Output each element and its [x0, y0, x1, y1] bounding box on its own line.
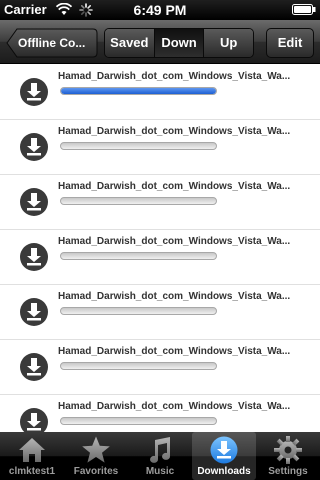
- download-progress-bar: [60, 362, 217, 370]
- download-icon: [20, 133, 48, 161]
- file-name: Hamad_Darwish_dot_com_Windows_Vista_Wa..…: [58, 346, 291, 357]
- download-icon: [20, 243, 48, 271]
- tab-downloads[interactable]: Downloads: [192, 432, 256, 480]
- list-item[interactable]: Hamad_Darwish_dot_com_Windows_Vista_Wa..…: [0, 285, 320, 340]
- edit-button[interactable]: Edit: [266, 28, 314, 58]
- download-progress-bar: [60, 197, 217, 205]
- list-item[interactable]: Hamad_Darwish_dot_com_Windows_Vista_Wa..…: [0, 175, 320, 230]
- transfer-segmented-control: Saved Down Up: [104, 28, 254, 58]
- progress-fill: [61, 88, 216, 94]
- list-item[interactable]: Hamad_Darwish_dot_com_Windows_Vista_Wa..…: [0, 230, 320, 285]
- download-icon: [20, 78, 48, 106]
- download-icon: [20, 353, 48, 381]
- status-time: 6:49 PM: [133, 2, 187, 18]
- list-item[interactable]: Hamad_Darwish_dot_com_Windows_Vista_Wa..…: [0, 340, 320, 395]
- segment-saved[interactable]: Saved: [105, 29, 155, 57]
- tab-music[interactable]: Music: [128, 432, 192, 480]
- file-name: Hamad_Darwish_dot_com_Windows_Vista_Wa..…: [58, 71, 291, 82]
- download-progress-bar: [60, 252, 217, 260]
- star-icon: [82, 436, 110, 463]
- download-icon: [20, 188, 48, 216]
- gear-icon: [274, 436, 302, 464]
- download-icon: [20, 298, 48, 326]
- navigation-bar: Offline Co... Saved Down Up Edit: [0, 20, 320, 64]
- tab-label: Downloads: [197, 466, 251, 477]
- music-note-icon: [150, 437, 171, 463]
- download-icon: [210, 436, 238, 464]
- list-item[interactable]: Hamad_Darwish_dot_com_Windows_Vista_Wa..…: [0, 120, 320, 175]
- list-item[interactable]: Hamad_Darwish_dot_com_Windows_Vista_Wa..…: [0, 65, 320, 120]
- file-name: Hamad_Darwish_dot_com_Windows_Vista_Wa..…: [58, 181, 291, 192]
- download-progress-bar: [60, 417, 217, 425]
- home-icon: [19, 438, 45, 462]
- segment-up[interactable]: Up: [204, 29, 253, 57]
- file-name: Hamad_Darwish_dot_com_Windows_Vista_Wa..…: [58, 236, 291, 247]
- downloads-list: Hamad_Darwish_dot_com_Windows_Vista_Wa..…: [0, 65, 320, 432]
- tab-label: Music: [145, 466, 175, 477]
- battery-icon: [292, 4, 316, 15]
- segment-down[interactable]: Down: [154, 29, 205, 57]
- download-icon: [20, 408, 48, 432]
- file-name: Hamad_Darwish_dot_com_Windows_Vista_Wa..…: [58, 126, 291, 137]
- list-item[interactable]: Hamad_Darwish_dot_com_Windows_Vista_Wa..…: [0, 395, 320, 432]
- status-bar: Carrier 6:49 PM: [0, 0, 320, 20]
- download-progress-bar: [60, 142, 217, 150]
- tab-bar: clmktest1 Favorites Music Downloads Sett…: [0, 432, 320, 480]
- download-progress-bar: [60, 87, 217, 95]
- file-name: Hamad_Darwish_dot_com_Windows_Vista_Wa..…: [58, 401, 291, 412]
- tab-label: clmktest1: [8, 466, 56, 477]
- download-progress-bar: [60, 307, 217, 315]
- back-button[interactable]: Offline Co...: [6, 28, 98, 58]
- tab-settings[interactable]: Settings: [256, 432, 320, 480]
- file-name: Hamad_Darwish_dot_com_Windows_Vista_Wa..…: [58, 291, 291, 302]
- tab-favorites[interactable]: Favorites: [64, 432, 128, 480]
- tab-clmktest1[interactable]: clmktest1: [0, 432, 64, 480]
- tab-label: Settings: [268, 466, 308, 477]
- back-button-label: Offline Co...: [18, 36, 86, 50]
- tab-label: Favorites: [73, 466, 119, 477]
